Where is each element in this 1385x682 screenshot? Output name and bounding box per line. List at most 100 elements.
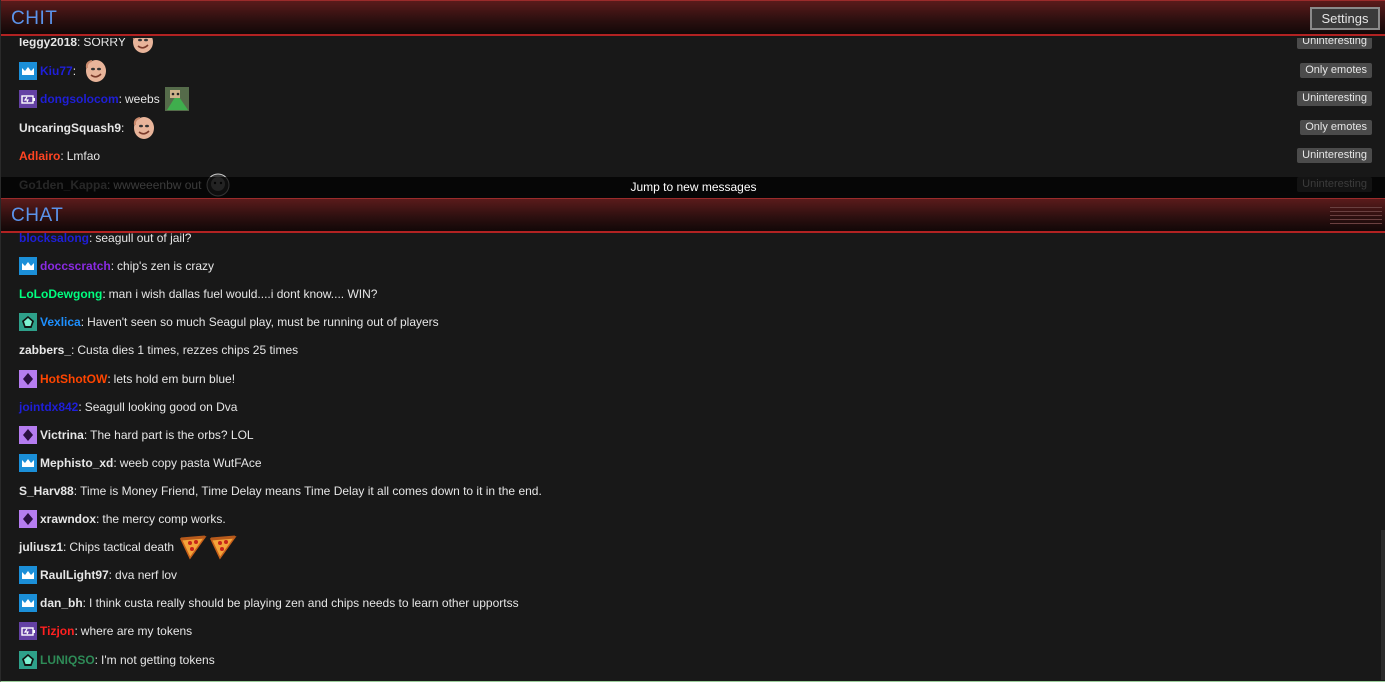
- scrollbar[interactable]: [1381, 530, 1385, 680]
- pizza-emote-icon: [178, 534, 207, 560]
- pizza-emote-icon: [208, 534, 237, 560]
- chat-message: LoLoDewgong: man i wish dallas fuel would…: [19, 282, 377, 306]
- chat-username[interactable]: juliusz1: [19, 540, 63, 554]
- chat-message-text: The hard part is the orbs? LOL: [90, 427, 254, 442]
- chat-message-text: SORRY: [83, 38, 126, 49]
- pentagon-badge-icon: [19, 650, 37, 669]
- message-filter-tag[interactable]: Only emotes: [1300, 119, 1372, 135]
- chat-username[interactable]: Mephisto_xd: [40, 456, 113, 470]
- battery-badge-icon: [19, 622, 37, 641]
- chat-message: doccscratch: chip's zen is crazy: [19, 254, 214, 278]
- username-separator: :: [72, 63, 77, 78]
- chat-username[interactable]: zabbers_: [19, 343, 71, 357]
- chat-message-text: lets hold em burn blue!: [113, 371, 236, 386]
- chat-message-text: chip's zen is crazy: [117, 259, 215, 274]
- chat-message: Mephisto_xd: weeb copy pasta WutFAce: [19, 451, 262, 475]
- chat-username[interactable]: leggy2018: [19, 38, 77, 49]
- chat-message: dongsolocom: weebs: [19, 86, 190, 112]
- username-separator: :: [80, 315, 85, 330]
- username-separator: :: [96, 512, 100, 526]
- chat-message: S_Harv88: Time is Money Friend, Time Dela…: [19, 479, 542, 503]
- chat-message-text: Time is Money Friend, Time Delay means T…: [80, 483, 542, 498]
- top-message-list[interactable]: leggy2018: SORRY Uninteresting Kiu77: Only e…: [1, 38, 1385, 198]
- battery-badge-icon: [19, 90, 37, 109]
- message-filter-tag[interactable]: Uninteresting: [1297, 91, 1372, 107]
- chat-username[interactable]: xrawndox: [40, 512, 96, 526]
- chat-username[interactable]: Kiu77: [40, 64, 73, 78]
- chat-message: dan_bh: I think custa really should be pl…: [19, 591, 519, 615]
- message-filter-tag[interactable]: Uninteresting: [1297, 38, 1372, 49]
- chat-message-text: Lmfao: [66, 149, 101, 164]
- chat-message-text: dva nerf lov: [115, 568, 178, 583]
- chat-message: Victrina: The hard part is the orbs? LOL: [19, 423, 254, 447]
- crown-badge-icon: [19, 453, 37, 472]
- chat-message-text: Seagull looking good on Dva: [84, 399, 238, 414]
- chat-username[interactable]: UncaringSquash9: [19, 121, 121, 135]
- username-separator: :: [110, 259, 115, 274]
- face-emote-icon: [83, 58, 109, 84]
- username-separator: :: [89, 231, 93, 245]
- chat-message: zabbers_: Custa dies 1 times, rezzes chip…: [19, 338, 298, 362]
- username-separator: :: [108, 568, 113, 583]
- bottom-panel-title: CHAT: [11, 205, 64, 226]
- chat-message: Adlairo: Lmfao: [19, 144, 100, 168]
- chat-username[interactable]: dongsolocom: [40, 92, 119, 106]
- jump-to-new-messages-button[interactable]: Jump to new messages: [1, 177, 1385, 198]
- crown-badge-icon: [19, 61, 37, 80]
- chat-message-text: weeb copy pasta WutFAce: [119, 455, 262, 470]
- username-separator: :: [63, 540, 67, 555]
- chat-message: RaulLight97: dva nerf lov: [19, 563, 177, 587]
- chat-username[interactable]: HotShotOW: [40, 372, 107, 386]
- chat-username[interactable]: dan_bh: [40, 596, 83, 610]
- chat-username[interactable]: Adlairo: [19, 149, 60, 163]
- chat-message-text: I think custa really should be playing z…: [89, 596, 519, 611]
- chat-message: UncaringSquash9:: [19, 116, 157, 140]
- chat-username[interactable]: S_Harv88: [19, 484, 74, 498]
- chat-message-text: Custa dies 1 times, rezzes chips 25 time…: [77, 343, 299, 358]
- crown-badge-icon: [19, 566, 37, 585]
- chat-username[interactable]: Tizjon: [40, 624, 74, 638]
- chat-username[interactable]: doccscratch: [40, 259, 111, 273]
- username-separator: :: [107, 371, 111, 386]
- chat-message: Vexlica: Haven't seen so much Seagul play…: [19, 310, 439, 334]
- username-separator: :: [78, 399, 82, 414]
- bottom-message-list[interactable]: blocksalong: seagull out of jail? doccscra…: [1, 231, 1385, 681]
- chat-message-text: weebs: [125, 92, 160, 107]
- chat-username[interactable]: Vexlica: [40, 315, 81, 329]
- username-separator: :: [77, 38, 81, 49]
- username-separator: :: [74, 624, 78, 639]
- username-separator: :: [60, 149, 64, 164]
- message-filter-tag[interactable]: Uninteresting: [1297, 148, 1372, 164]
- chat-message-text: man i wish dallas fuel would....i dont k…: [108, 287, 378, 302]
- username-separator: :: [94, 652, 99, 667]
- chat-message: leggy2018: SORRY: [19, 38, 156, 54]
- chat-message-text: Haven't seen so much Seagul play, must b…: [87, 315, 439, 330]
- chat-message: xrawndox: the mercy comp works.: [19, 507, 226, 531]
- face-emote-icon: [130, 38, 156, 55]
- settings-button[interactable]: Settings: [1310, 7, 1380, 30]
- chat-username[interactable]: blocksalong: [19, 231, 89, 245]
- top-panel-title: CHIT: [11, 8, 58, 29]
- username-separator: :: [102, 287, 106, 302]
- chat-message-text: seagull out of jail?: [95, 231, 192, 245]
- username-separator: :: [83, 427, 88, 442]
- crown-badge-icon: [19, 594, 37, 613]
- chat-username[interactable]: jointdx842: [19, 400, 78, 414]
- chat-username[interactable]: LoLoDewgong: [19, 287, 102, 301]
- chat-message: Kiu77:: [19, 59, 109, 83]
- chat-message: LUNIQSO: I'm not getting tokens: [19, 648, 215, 672]
- diamond-badge-icon: [19, 369, 37, 388]
- chat-message: blocksalong: seagull out of jail?: [19, 231, 191, 250]
- username-separator: :: [121, 120, 125, 135]
- username-separator: :: [118, 92, 123, 107]
- username-separator: :: [113, 455, 117, 470]
- chat-username[interactable]: LUNIQSO: [40, 653, 95, 667]
- chat-message-text: I'm not getting tokens: [101, 652, 215, 667]
- chat-username[interactable]: Victrina: [40, 428, 84, 442]
- resize-grip-icon[interactable]: [1330, 207, 1382, 225]
- chat-username[interactable]: RaulLight97: [40, 568, 109, 582]
- top-panel-header: CHIT Settings: [1, 0, 1385, 36]
- message-filter-tag[interactable]: Only emotes: [1300, 62, 1372, 78]
- weeb-emote-icon: [164, 86, 190, 112]
- chat-message: jointdx842: Seagull looking good on Dva: [19, 395, 237, 419]
